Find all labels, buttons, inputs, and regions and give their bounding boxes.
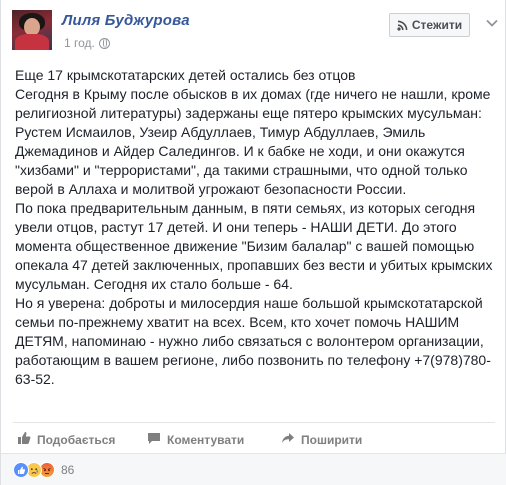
comment-icon [147,431,161,448]
rss-icon [397,20,408,31]
reactions-bar: 86 [1,453,506,485]
reaction-count: 86 [61,463,75,477]
like-button[interactable]: Подобається [17,431,115,448]
comment-label: Коментувати [167,432,245,447]
share-button[interactable]: Поширити [281,431,362,448]
follow-button[interactable]: Стежити [389,13,470,37]
post-meta: 1 год. [64,36,110,50]
post-paragraph: По пока предварительным данным, в пяти с… [15,200,493,292]
post-actions: Подобається Коментувати Поширити [13,426,495,452]
author-name[interactable]: Лиля Буджурова [62,12,190,29]
like-reaction-icon [13,462,29,478]
post-card: Лиля Буджурова 1 год. Стежити Еще 17 кры… [0,0,506,485]
post-paragraph: Но я уверена: доброты и милосердия наше … [15,295,491,387]
share-icon [281,431,295,448]
chevron-down-icon[interactable] [483,14,501,32]
globe-icon [98,37,110,49]
like-label: Подобається [37,432,116,447]
comment-button[interactable]: Коментувати [147,431,244,448]
reaction-summary[interactable]: 86 [13,462,74,478]
thumbs-up-icon [17,431,31,448]
actions-divider [13,422,495,423]
post-paragraph: Еще 17 крымскотатарских детей остались б… [15,67,356,83]
share-label: Поширити [301,432,363,447]
author-avatar[interactable] [12,10,52,50]
follow-label: Стежити [411,18,463,32]
post-timestamp[interactable]: 1 год. [64,36,95,50]
post-paragraph: Сегодня в Крыму после обысков в их домах… [15,86,491,197]
post-text: Еще 17 крымскотатарских детей остались б… [15,66,500,389]
